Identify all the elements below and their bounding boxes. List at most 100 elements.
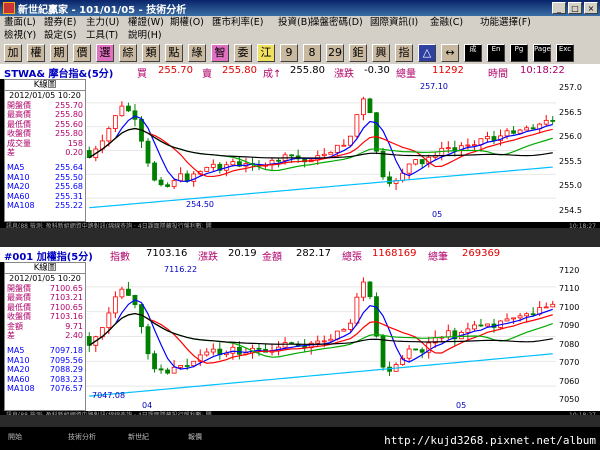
toolbar-button[interactable]: 成 bbox=[464, 44, 482, 62]
y-tick-label: 256.0 bbox=[559, 132, 582, 142]
candle-body bbox=[204, 351, 210, 356]
menu-item[interactable]: 主力(U) bbox=[86, 16, 119, 29]
toolbar-button[interactable]: 委 bbox=[234, 44, 252, 62]
taskbar-item[interactable]: 新世紀 bbox=[128, 430, 149, 444]
toolbar-button[interactable]: 綠 bbox=[188, 44, 206, 62]
candle-body bbox=[543, 306, 549, 309]
minimize-button[interactable]: _ bbox=[552, 2, 566, 14]
chart-area[interactable]: 257.10 254.50 05 bbox=[86, 79, 556, 222]
menu-item[interactable]: 工具(T) bbox=[86, 29, 118, 42]
toolbar-button[interactable]: ↔ bbox=[441, 44, 459, 62]
candle-body bbox=[230, 346, 236, 354]
candle-body bbox=[230, 161, 236, 166]
info-row: 最高價 7103.21 bbox=[5, 293, 85, 302]
taskbar-item[interactable]: 開始 bbox=[8, 430, 22, 444]
candle-body bbox=[119, 105, 125, 117]
candle-body bbox=[145, 326, 151, 355]
annotation-label: 7047.08 bbox=[92, 391, 125, 400]
menu-bar: 畫面(L) 證券(E) 主力(U) 權證(W) 期權(O) 匯市利率(E) 投資(B) 操盤密… bbox=[0, 16, 600, 42]
menu-item[interactable]: 證券(E) bbox=[44, 16, 76, 29]
candle-body bbox=[485, 323, 490, 327]
info-row: 最低價 255.60 bbox=[5, 120, 85, 129]
y-axis: 257.0 256.5 256.0 255.5 255.0 254.5 bbox=[556, 79, 600, 222]
toolbar-button[interactable]: 江 bbox=[257, 44, 275, 62]
title-bar: 新世紀贏家 - 101/01/05 - 技術分析 _ □ × bbox=[0, 0, 600, 16]
toolbar-button[interactable]: 綜 bbox=[119, 44, 137, 62]
chart-panel-futures: STWA& 摩台指&(5分) 買 255.70 賣 255.80 成↑ 255.… bbox=[0, 64, 600, 231]
maximize-button[interactable]: □ bbox=[568, 2, 582, 14]
toolbar-button[interactable]: 興 bbox=[372, 44, 390, 62]
menu-item[interactable]: 畫面(L) bbox=[4, 16, 36, 29]
info-value: 9.71 bbox=[65, 321, 83, 331]
taskbar-item[interactable]: 技術分析 bbox=[68, 430, 96, 444]
watermark: http://kujd3268.pixnet.net/album bbox=[384, 434, 596, 447]
info-row: 成交量 158 bbox=[5, 139, 85, 148]
candle-body bbox=[413, 348, 419, 351]
candle-body bbox=[184, 365, 190, 367]
ma-value: 255.22 bbox=[55, 200, 83, 210]
menu-item[interactable]: 投資(B) bbox=[278, 16, 311, 29]
candle-body bbox=[132, 110, 138, 120]
candle-body bbox=[361, 98, 366, 116]
toolbar-button[interactable]: △ bbox=[418, 44, 436, 62]
candle-body bbox=[204, 166, 210, 172]
info-date: 2012/01/05 10:20 bbox=[9, 91, 81, 100]
toolbar-button[interactable]: Pg bbox=[510, 44, 528, 62]
candle-body bbox=[184, 173, 190, 182]
ma-row: MA108 7076.57 bbox=[5, 384, 85, 393]
ma-label: MA60 bbox=[7, 191, 30, 201]
candle-body bbox=[158, 368, 164, 371]
menu-item[interactable]: 說明(H) bbox=[128, 29, 162, 42]
candle-body bbox=[511, 317, 516, 320]
toolbar-button[interactable]: 8 bbox=[303, 44, 321, 62]
buy-value: 255.70 bbox=[158, 65, 193, 76]
toolbar-button[interactable]: En bbox=[487, 44, 505, 62]
candle-body bbox=[119, 288, 125, 298]
candle-body bbox=[465, 328, 471, 333]
y-tick-label: 257.0 bbox=[559, 83, 582, 92]
toolbar-button[interactable]: 選 bbox=[96, 44, 114, 62]
menu-item[interactable]: 國際資訊(I) bbox=[370, 16, 418, 29]
menu-item[interactable]: 期權(O) bbox=[170, 16, 204, 29]
ma-line bbox=[88, 312, 553, 358]
info-row: 差 0.20 bbox=[5, 148, 85, 157]
menu-item[interactable]: 操盤密碼(D) bbox=[310, 16, 363, 29]
toolbar-button[interactable]: 價 bbox=[73, 44, 91, 62]
menu-item[interactable]: 權證(W) bbox=[128, 16, 164, 29]
menu-item[interactable]: 設定(S) bbox=[44, 29, 76, 42]
toolbar-button[interactable]: 點 bbox=[165, 44, 183, 62]
toolbar-button[interactable]: 智 bbox=[211, 44, 229, 62]
candle-body bbox=[517, 129, 523, 134]
toolbar-button[interactable]: Exc bbox=[556, 44, 574, 62]
toolbar-button[interactable]: Page bbox=[533, 44, 551, 62]
candle-body bbox=[315, 340, 321, 344]
menu-item[interactable]: 匯市利率(E) bbox=[212, 16, 263, 29]
toolbar-button[interactable]: 權 bbox=[27, 44, 45, 62]
chart-area[interactable]: 7116.22 7047.08 04 05 bbox=[86, 262, 556, 411]
menu-item[interactable]: 檢視(Y) bbox=[4, 29, 36, 42]
info-title: K線圖 bbox=[5, 80, 85, 91]
menu-item[interactable]: 金融(C) bbox=[430, 16, 463, 29]
toolbar-button[interactable]: 加 bbox=[4, 44, 22, 62]
taskbar-item[interactable]: 報價 bbox=[188, 430, 202, 444]
toolbar-button[interactable]: 鉅 bbox=[349, 44, 367, 62]
toolbar-button[interactable]: 29 bbox=[326, 44, 344, 62]
candle-body bbox=[550, 119, 556, 122]
info-label: 成交量 bbox=[7, 138, 31, 148]
candle-body bbox=[419, 349, 425, 353]
candle-body bbox=[478, 324, 484, 327]
toolbar-button[interactable]: 類 bbox=[142, 44, 160, 62]
close-button[interactable]: × bbox=[584, 2, 598, 14]
menu-item[interactable]: 功能選擇(F) bbox=[480, 16, 531, 29]
toolbar-button[interactable]: 指 bbox=[395, 44, 413, 62]
toolbar-button[interactable]: 期 bbox=[50, 44, 68, 62]
symbol-label: STWA& 摩台指&(5分) bbox=[4, 69, 114, 80]
candle-body bbox=[210, 163, 216, 168]
info-label: 差 bbox=[7, 330, 15, 340]
ma-label: MA20 bbox=[7, 182, 30, 192]
deal-value: 255.80 bbox=[290, 65, 325, 76]
y-axis: 7120 7110 7100 7090 7080 7070 7060 7050 bbox=[556, 262, 600, 411]
panel-separator bbox=[0, 228, 600, 247]
info-label: 差 bbox=[7, 147, 15, 157]
toolbar-button[interactable]: 9 bbox=[280, 44, 298, 62]
